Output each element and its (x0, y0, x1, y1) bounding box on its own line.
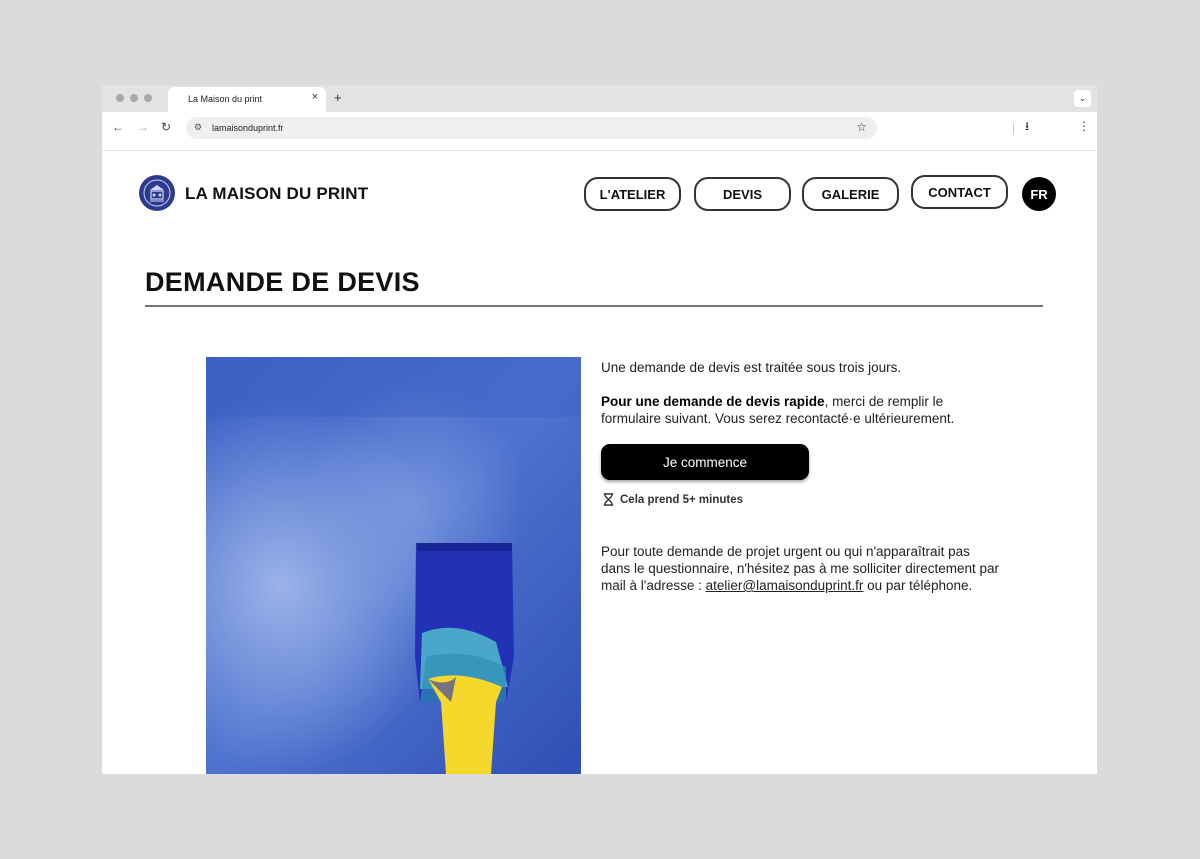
page-title: DEMANDE DE DEVIS (145, 267, 420, 297)
duration-info: Cela prend 5+ minutes (602, 493, 743, 506)
nav-atelier[interactable]: L'ATELIER (584, 177, 681, 211)
title-divider (145, 305, 1043, 307)
window-controls (116, 94, 152, 102)
tab-strip: La Maison du print × + ⌄ (102, 85, 1097, 112)
quick-request-bold: Pour une demande de devis rapide (601, 394, 825, 409)
tab-search-chevron-icon[interactable]: ⌄ (1074, 90, 1091, 107)
forward-arrow-icon[interactable]: → (137, 121, 149, 133)
start-button[interactable]: Je commence (601, 444, 809, 480)
intro-text: Une demande de devis est traitée sous tr… (601, 360, 902, 375)
minimize-window-dot[interactable] (130, 94, 138, 102)
maximize-window-dot[interactable] (144, 94, 152, 102)
url-text[interactable]: lamaisonduprint.fr (212, 123, 284, 133)
hourglass-icon (603, 493, 614, 506)
nav-galerie[interactable]: GALERIE (802, 177, 899, 211)
address-bar[interactable]: ⚙ lamaisonduprint.fr ☆ (186, 117, 877, 139)
bookmark-star-icon[interactable]: ☆ (856, 120, 867, 134)
browser-tab[interactable]: La Maison du print × (168, 87, 326, 112)
browser-window: La Maison du print × + ⌄ ← → ↻ ⚙ lamaiso… (102, 85, 1097, 774)
nav-contact[interactable]: CONTACT (911, 175, 1008, 209)
paintbrush-photo (206, 357, 581, 774)
urgent-end: ou par téléphone. (863, 578, 973, 593)
language-switch[interactable]: FR (1022, 177, 1056, 211)
duration-text: Cela prend 5+ minutes (620, 493, 744, 506)
download-icon[interactable]: ⭳ (1025, 120, 1029, 132)
nav-devis[interactable]: DEVIS (694, 177, 791, 211)
close-window-dot[interactable] (116, 94, 124, 102)
site-settings-icon[interactable]: ⚙ (194, 122, 202, 133)
brand-name[interactable]: LA MAISON DU PRINT (185, 184, 368, 204)
logo-icon[interactable] (139, 175, 175, 211)
browser-toolbar: ← → ↻ ⚙ lamaisonduprint.fr ☆ ⭳ ⋮ (102, 112, 1097, 151)
tab-close-icon[interactable]: × (312, 92, 318, 103)
toolbar-separator (1013, 123, 1014, 135)
tab-title: La Maison du print (188, 94, 263, 104)
quick-request-text: Pour une demande de devis rapide, merci … (601, 393, 1001, 427)
email-link[interactable]: atelier@lamaisonduprint.fr (706, 578, 864, 593)
urgent-request-text: Pour toute demande de projet urgent ou q… (601, 543, 1001, 594)
web-page: LA MAISON DU PRINT L'ATELIER DEVIS GALER… (102, 151, 1097, 774)
back-arrow-icon[interactable]: ← (112, 121, 124, 133)
kebab-menu-icon[interactable]: ⋮ (1078, 120, 1090, 132)
reload-icon[interactable]: ↻ (161, 121, 171, 133)
new-tab-icon[interactable]: + (334, 91, 342, 104)
